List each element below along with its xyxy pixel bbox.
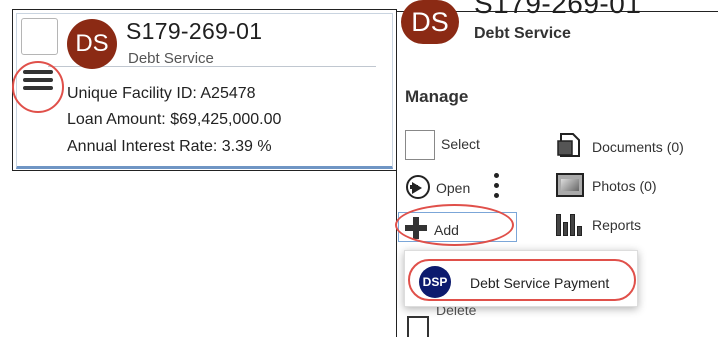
annotation-circle-hamburger xyxy=(12,61,64,113)
annotation-circle-dsp xyxy=(408,259,636,301)
open-button[interactable]: Open xyxy=(436,180,470,196)
photos-icon[interactable] xyxy=(556,173,584,197)
panel-border xyxy=(396,60,397,337)
annotation-circle-add xyxy=(395,204,514,246)
interest-rate-text: Annual Interest Rate: 3.39 % xyxy=(67,138,272,155)
loan-amount-text: Loan Amount: $69,425,000.00 xyxy=(67,111,282,128)
panel-avatar-initials: DS xyxy=(411,6,449,37)
reports-icon[interactable] xyxy=(556,212,586,236)
documents-icon[interactable] xyxy=(556,131,584,159)
card-title[interactable]: S179-269-01 xyxy=(126,18,262,45)
card-avatar-initials: DS xyxy=(75,30,109,57)
panel-subtitle: Debt Service xyxy=(474,25,571,42)
facility-id-text: Unique Facility ID: A25478 xyxy=(67,85,256,102)
photos-button[interactable]: Photos (0) xyxy=(592,178,657,194)
delete-icon[interactable] xyxy=(407,316,429,337)
card-select-checkbox[interactable] xyxy=(21,18,58,55)
reports-button[interactable]: Reports xyxy=(592,217,641,233)
panel-avatar: DS xyxy=(401,0,459,44)
documents-button[interactable]: Documents (0) xyxy=(592,139,684,155)
more-options-icon[interactable] xyxy=(494,170,500,202)
select-label[interactable]: Select xyxy=(441,136,480,152)
panel-title: S179-269-01 xyxy=(474,0,642,19)
manage-heading: Manage xyxy=(405,87,469,106)
card-avatar: DS xyxy=(67,19,117,69)
select-checkbox[interactable] xyxy=(405,130,435,160)
card-subtitle: Debt Service xyxy=(128,50,214,67)
open-arrow-icon[interactable] xyxy=(406,175,430,199)
